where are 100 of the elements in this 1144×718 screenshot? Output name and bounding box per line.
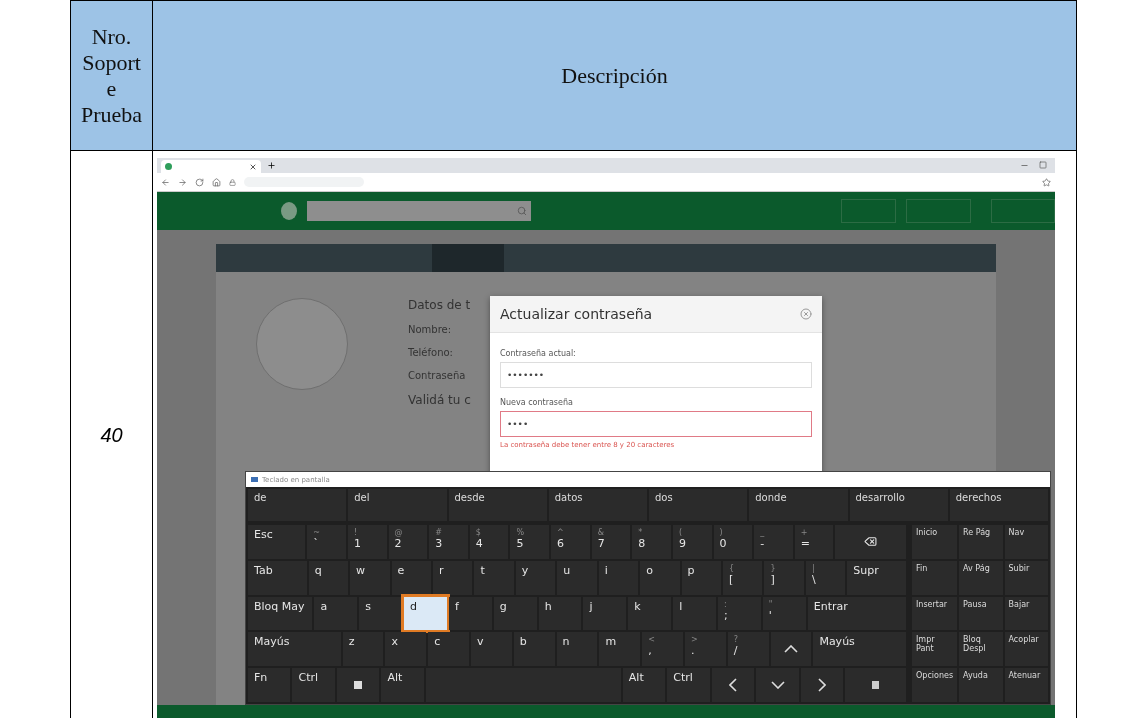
- key[interactable]: [336, 668, 380, 702]
- key[interactable]: _ -: [754, 525, 793, 559]
- key[interactable]: Opciones: [912, 668, 958, 702]
- key[interactable]: j: [583, 596, 627, 631]
- new-tab-icon[interactable]: [267, 161, 276, 170]
- key[interactable]: Mayús: [813, 632, 906, 667]
- key[interactable]: Subir: [1004, 560, 1048, 595]
- key[interactable]: Fin: [912, 560, 958, 595]
- key[interactable]: % 5: [510, 525, 549, 559]
- key[interactable]: v: [471, 632, 512, 667]
- key[interactable]: y: [515, 560, 556, 595]
- key[interactable]: Pausa: [959, 596, 1003, 631]
- key[interactable]: Bloq May: [248, 596, 313, 631]
- key[interactable]: Fn: [248, 668, 291, 702]
- key[interactable]: [845, 668, 906, 702]
- key[interactable]: < ,: [642, 632, 683, 667]
- suggestion-key[interactable]: del: [348, 489, 447, 521]
- suggestion-key[interactable]: datos: [548, 489, 647, 521]
- suggestion-key[interactable]: de: [248, 489, 347, 521]
- suggestion-key[interactable]: dos: [649, 489, 748, 521]
- key[interactable]: Entrar: [807, 596, 907, 631]
- key[interactable]: k: [628, 596, 672, 631]
- key[interactable]: z: [342, 632, 384, 667]
- key[interactable]: ? /: [727, 632, 769, 667]
- key[interactable]: Insertar: [912, 596, 958, 631]
- key[interactable]: r: [432, 560, 473, 595]
- key[interactable]: e: [391, 560, 431, 595]
- suggestion-key[interactable]: donde: [749, 489, 848, 521]
- key[interactable]: s: [359, 596, 403, 631]
- key[interactable]: c: [428, 632, 469, 667]
- key[interactable]: h: [538, 596, 582, 631]
- key[interactable]: [770, 632, 812, 667]
- key[interactable]: a: [314, 596, 358, 631]
- key[interactable]: * 8: [632, 525, 671, 559]
- key[interactable]: Bajar: [1004, 596, 1048, 631]
- home-icon[interactable]: [212, 177, 221, 187]
- browser-tab[interactable]: [161, 160, 261, 173]
- key[interactable]: ! 1: [347, 525, 387, 559]
- key[interactable]: b: [513, 632, 555, 667]
- key[interactable]: o: [640, 560, 680, 595]
- forward-icon[interactable]: [178, 177, 187, 187]
- key[interactable]: ^ 6: [551, 525, 590, 559]
- key[interactable]: Bloq Despl: [959, 632, 1003, 667]
- key[interactable]: Ayuda: [959, 668, 1003, 702]
- key[interactable]: : ;: [718, 596, 761, 631]
- search-icon[interactable]: [516, 206, 527, 216]
- key[interactable]: Nav: [1004, 525, 1048, 559]
- key[interactable]: @ 2: [388, 525, 428, 559]
- password-field[interactable]: ••••: [500, 411, 812, 437]
- maximize-icon[interactable]: [1039, 161, 1047, 169]
- key[interactable]: Mayús: [248, 632, 341, 667]
- key[interactable]: l: [673, 596, 716, 631]
- key[interactable]: w: [350, 560, 390, 595]
- key[interactable]: $ 4: [469, 525, 509, 559]
- key[interactable]: Alt: [381, 668, 424, 702]
- back-icon[interactable]: [161, 177, 170, 187]
- key[interactable]: n: [556, 632, 598, 667]
- key[interactable]: Ctrl: [292, 668, 335, 702]
- key[interactable]: q: [308, 560, 349, 595]
- suggestion-key[interactable]: desarrollo: [849, 489, 948, 521]
- key[interactable]: d: [404, 596, 447, 631]
- key[interactable]: | \: [805, 560, 846, 595]
- key[interactable]: Atenuar: [1004, 668, 1048, 702]
- key[interactable]: Supr: [847, 560, 906, 595]
- key[interactable]: u: [557, 560, 597, 595]
- key[interactable]: Ctrl: [667, 668, 710, 702]
- key[interactable]: p: [681, 560, 721, 595]
- key[interactable]: f: [448, 596, 492, 631]
- key[interactable]: Impr Pant: [912, 632, 958, 667]
- key[interactable]: [711, 668, 755, 702]
- search-field[interactable]: [307, 201, 531, 221]
- key[interactable]: Re Pág: [959, 525, 1003, 559]
- reload-icon[interactable]: [195, 177, 204, 187]
- key[interactable]: } ]: [764, 560, 804, 595]
- key[interactable]: x: [385, 632, 427, 667]
- key[interactable]: ~ `: [307, 525, 346, 559]
- key[interactable]: t: [474, 560, 514, 595]
- key[interactable]: & 7: [591, 525, 631, 559]
- key[interactable]: Alt: [622, 668, 666, 702]
- logo-icon[interactable]: [281, 202, 298, 220]
- suggestion-key[interactable]: desde: [448, 489, 547, 521]
- key[interactable]: " ': [762, 596, 806, 631]
- key[interactable]: i: [598, 560, 639, 595]
- close-icon[interactable]: [249, 162, 257, 171]
- key[interactable]: > .: [685, 632, 726, 667]
- key[interactable]: Av Pág: [959, 560, 1003, 595]
- key[interactable]: Inicio: [912, 525, 958, 559]
- key[interactable]: Acoplar: [1004, 632, 1048, 667]
- key[interactable]: g: [493, 596, 537, 631]
- star-icon[interactable]: [1042, 177, 1051, 187]
- key[interactable]: [800, 668, 844, 702]
- password-field[interactable]: •••••••: [500, 362, 812, 388]
- key[interactable]: + =: [794, 525, 834, 559]
- key[interactable]: Tab: [248, 560, 307, 595]
- key[interactable]: ( 9: [672, 525, 712, 559]
- key[interactable]: # 3: [429, 525, 468, 559]
- key[interactable]: { [: [723, 560, 763, 595]
- key[interactable]: ) 0: [713, 525, 753, 559]
- suggestion-key[interactable]: derechos: [949, 489, 1048, 521]
- key[interactable]: m: [599, 632, 641, 667]
